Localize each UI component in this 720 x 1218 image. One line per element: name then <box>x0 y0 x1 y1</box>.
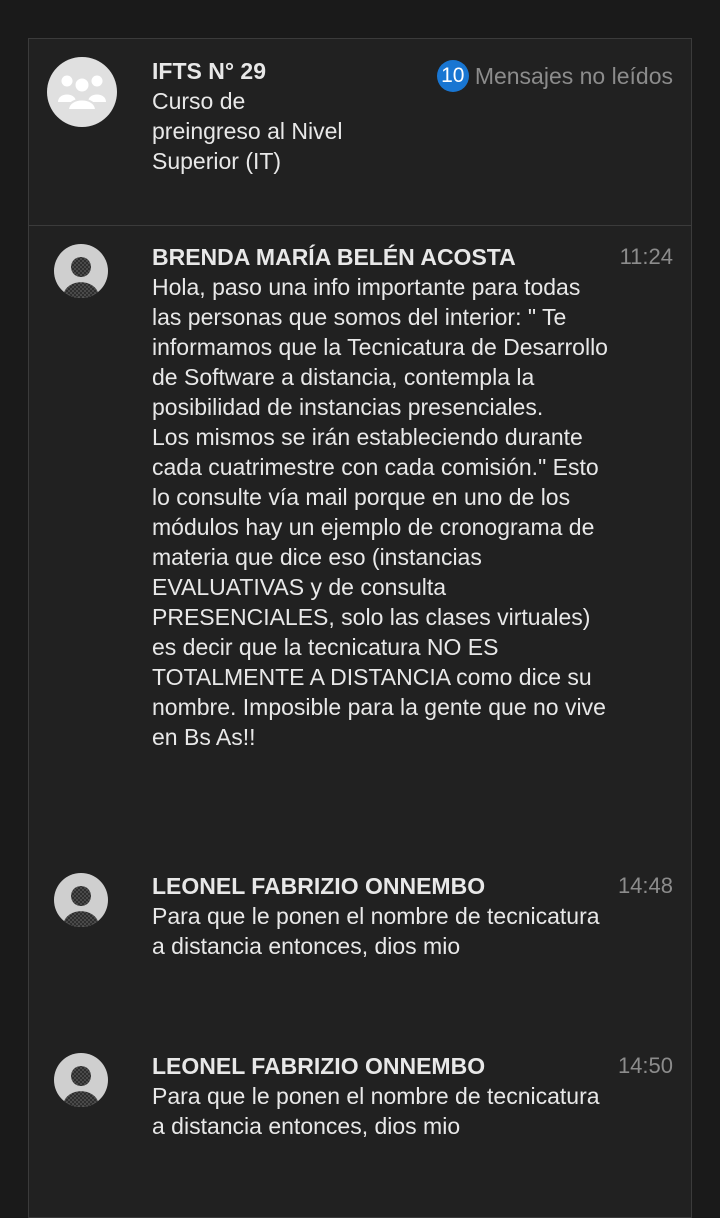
message-sender: LEONEL FABRIZIO ONNEMBO <box>152 873 486 899</box>
unread-count-badge: 10 <box>436 60 469 92</box>
message-text: Para que le ponen el nombre de tecnicatu… <box>152 903 600 959</box>
message-text: Hola, paso una info importante para toda… <box>152 274 608 750</box>
message-time: 14:50 <box>617 1053 673 1078</box>
group-description: Curso de preingreso al Nivel Superior (I… <box>152 88 343 174</box>
group-people-icon <box>47 57 117 127</box>
unread-indicator[interactable]: 10 Mensajes no leídos <box>436 60 673 92</box>
group-title: IFTS N° 29 Curso de preingreso al Nivel … <box>152 56 352 176</box>
group-header[interactable]: IFTS N° 29 Curso de preingreso al Nivel … <box>29 39 691 226</box>
user-avatar-icon <box>54 244 108 298</box>
chat-panel: IFTS N° 29 Curso de preingreso al Nivel … <box>28 38 692 1218</box>
user-avatar-icon <box>54 1053 108 1107</box>
message-time: 14:48 <box>617 873 673 898</box>
unread-label: Mensajes no leídos <box>474 63 673 89</box>
group-name: IFTS N° 29 <box>152 58 267 84</box>
message-sender: BRENDA MARÍA BELÉN ACOSTA <box>152 244 516 270</box>
message-sender: LEONEL FABRIZIO ONNEMBO <box>152 1053 486 1079</box>
message-time: 11:24 <box>619 244 673 269</box>
message-text: Para que le ponen el nombre de tecnicatu… <box>152 1083 600 1139</box>
user-avatar-icon <box>54 873 108 927</box>
